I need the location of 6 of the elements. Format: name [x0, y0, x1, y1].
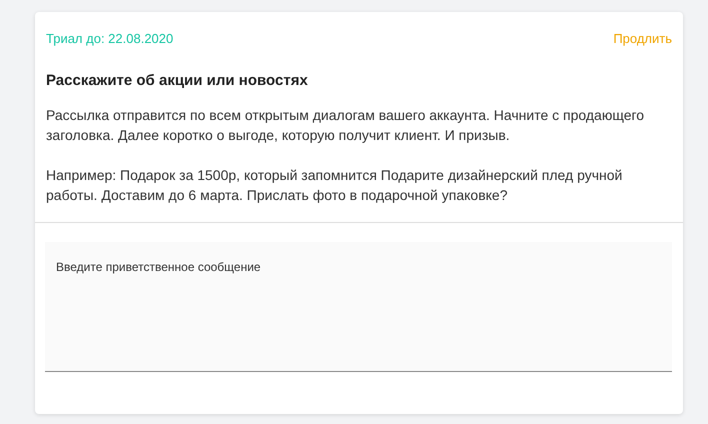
description-paragraph: Например: Подарок за 1500р, который запомнится Подарите дизайнерский плед ручной работы. Доставим до 6 марта. Прислать фото в подарочной упаковке?	[46, 166, 624, 205]
message-input-field[interactable]: Введите приветственное сообщение	[45, 242, 672, 372]
trial-expiry-text: Триал до: 22.08.2020	[46, 31, 174, 46]
section-title: Расскажите об акции или новостях	[46, 72, 309, 89]
extend-link[interactable]: Продлить	[613, 31, 672, 46]
description-paragraph: Рассылка отправится по всем открытым диалогам вашего аккаунта. Начните с продающего заголовка. Далее коротко о выгоде, которую получит клиент. И призыв.	[46, 106, 646, 145]
